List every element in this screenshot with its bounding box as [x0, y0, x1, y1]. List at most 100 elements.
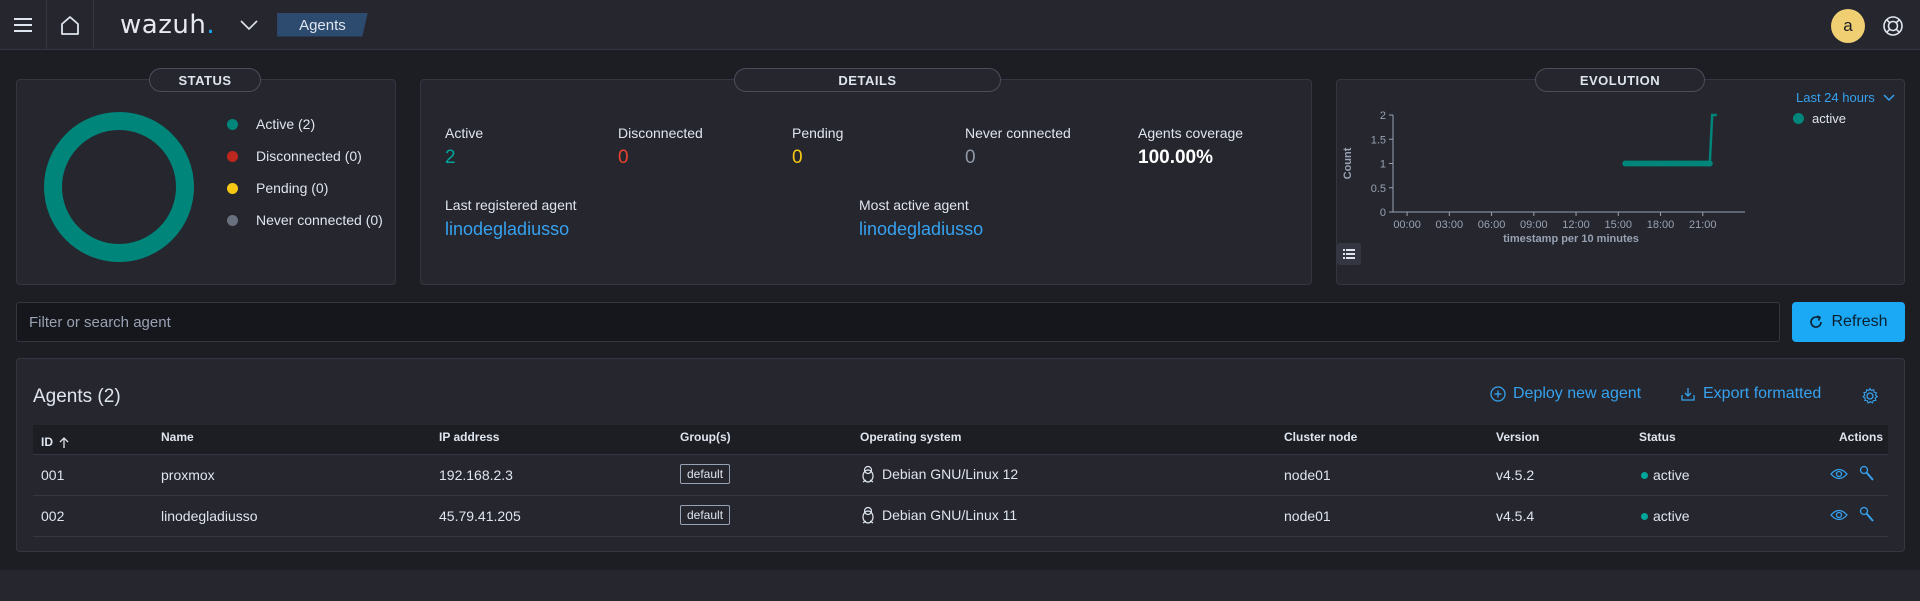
series-line-active	[1625, 113, 1717, 165]
agent-id: 002	[41, 508, 65, 524]
column-header-groups[interactable]: Group(s)	[680, 430, 731, 454]
wrench-icon[interactable]	[1859, 506, 1875, 524]
os-label: Debian GNU/Linux 11	[882, 507, 1018, 523]
list-toggle-button[interactable]	[1337, 243, 1361, 265]
last-registered-label: Last registered agent	[445, 197, 577, 213]
most-active-link[interactable]: linodegladiusso	[859, 219, 983, 240]
last-registered-link[interactable]: linodegladiusso	[445, 219, 569, 240]
status-donut-chart	[44, 112, 194, 262]
y-axis-label: Count	[1342, 147, 1354, 179]
agent-ip: 45.79.41.205	[439, 508, 521, 524]
column-header-id[interactable]: ID	[41, 430, 69, 454]
agent-os: Debian GNU/Linux 11	[860, 506, 1017, 524]
legend-label: Active (2)	[256, 116, 316, 132]
column-header-ip[interactable]: IP address	[439, 430, 499, 454]
export-formatted-button[interactable]: Export formatted	[1680, 385, 1821, 403]
agent-id: 001	[41, 467, 65, 483]
most-active-label: Most active agent	[859, 197, 969, 213]
wrench-icon[interactable]	[1859, 465, 1875, 483]
arrow-up-icon	[59, 436, 69, 448]
gear-icon[interactable]	[1861, 387, 1879, 405]
stat-pending-value[interactable]: 0	[792, 147, 803, 169]
agent-os: Debian GNU/Linux 12	[860, 465, 1018, 483]
home-icon	[61, 15, 79, 35]
linux-icon	[862, 465, 874, 483]
status-dot	[1641, 471, 1648, 479]
agent-version: v4.5.4	[1496, 508, 1535, 524]
export-label: Export formatted	[1703, 385, 1822, 402]
stat-disconnected-label: Disconnected	[618, 125, 703, 141]
evolution-line-chart: 0 0.5 1 1.5 2 00:00 03:00 06:00 09:00 12:00 15:00 1…	[1342, 110, 1745, 245]
eye-icon[interactable]	[1830, 509, 1848, 521]
time-range-label: Last 24 hours	[1796, 90, 1875, 105]
column-header-actions: Actions	[1839, 430, 1884, 444]
stat-disconnected-value[interactable]: 0	[618, 147, 629, 169]
agent-status: active	[1641, 467, 1690, 483]
logo-text: wazuh	[120, 9, 207, 40]
download-icon	[1681, 388, 1695, 401]
list-icon	[1343, 249, 1355, 259]
eye-icon[interactable]	[1830, 468, 1848, 480]
status-title: STATUS	[149, 68, 261, 92]
group-badge[interactable]: default	[680, 505, 731, 525]
status-label: active	[1653, 467, 1690, 483]
evolution-panel: EVOLUTION Last 24 hours active 0 0.5 1 1.5 2…	[1336, 68, 1905, 285]
legend-dot	[1793, 113, 1804, 124]
details-panel: DETAILS Active 2 Disconnected 0 Pending …	[420, 68, 1312, 285]
refresh-button[interactable]: Refresh	[1792, 302, 1905, 342]
column-header-os[interactable]: Operating system	[860, 430, 961, 454]
agent-name: proxmox	[161, 467, 215, 483]
legend-pending: Pending (0)	[227, 180, 328, 196]
stat-active-label: Active	[445, 125, 484, 141]
legend-dot	[227, 118, 238, 130]
avatar[interactable]: a	[1831, 9, 1865, 43]
y-tick-label: 2	[1380, 110, 1386, 122]
stat-coverage-label: Agents coverage	[1138, 125, 1244, 141]
agent-cluster-node: node01	[1284, 467, 1331, 483]
x-tick-label: 12:00	[1562, 219, 1590, 231]
agent-cluster-node: node01	[1284, 508, 1331, 524]
menu-button[interactable]	[0, 0, 46, 50]
column-header-version[interactable]: Version	[1496, 430, 1539, 454]
x-tick-label: 21:00	[1689, 219, 1717, 231]
y-tick-label: 0	[1380, 207, 1386, 219]
chevron-down-icon	[240, 19, 258, 30]
column-header-status[interactable]: Status	[1639, 430, 1676, 454]
x-tick-label: 03:00	[1436, 219, 1464, 231]
group-badge[interactable]: default	[680, 464, 731, 484]
evolution-title: EVOLUTION	[1535, 68, 1705, 92]
legend-never-connected: Never connected (0)	[227, 212, 383, 228]
y-tick-label: 1	[1380, 159, 1386, 171]
agent-version: v4.5.2	[1496, 467, 1535, 483]
legend-dot	[227, 214, 238, 226]
logo-dot: .	[206, 9, 216, 40]
wazuh-logo[interactable]: wazuh.	[120, 10, 215, 40]
refresh-label: Refresh	[1831, 313, 1888, 330]
x-tick-label: 18:00	[1647, 219, 1675, 231]
agent-ip: 192.168.2.3	[439, 467, 513, 483]
home-button[interactable]	[47, 0, 93, 50]
stat-active-value[interactable]: 2	[445, 147, 456, 169]
app-switcher-button[interactable]	[239, 15, 259, 35]
stat-never-connected-value[interactable]: 0	[965, 147, 976, 169]
x-tick-label: 09:00	[1520, 219, 1548, 231]
column-header-name[interactable]: Name	[161, 430, 194, 454]
lifebuoy-icon[interactable]	[1880, 13, 1906, 39]
time-range-selector[interactable]: Last 24 hours	[1796, 90, 1895, 105]
legend-label: active	[1812, 111, 1846, 126]
plus-circle-icon	[1490, 386, 1506, 402]
breadcrumb-agents[interactable]: Agents	[277, 12, 368, 37]
legend-label: Never connected (0)	[256, 212, 383, 228]
details-title: DETAILS	[734, 68, 1001, 92]
status-dot	[1641, 512, 1648, 520]
top-bar: wazuh. Agents	[0, 0, 1920, 50]
footer-area	[0, 570, 1920, 601]
evolution-legend[interactable]: active	[1793, 111, 1846, 126]
column-header-cluster-node[interactable]: Cluster node	[1284, 430, 1357, 454]
x-tick-label: 00:00	[1393, 219, 1421, 231]
deploy-new-agent-button[interactable]: Deploy new agent	[1490, 385, 1641, 403]
search-input[interactable]: Filter or search agent	[16, 302, 1780, 342]
legend-dot	[227, 182, 238, 194]
chevron-down-icon	[1883, 93, 1895, 101]
legend-dot	[227, 150, 238, 162]
